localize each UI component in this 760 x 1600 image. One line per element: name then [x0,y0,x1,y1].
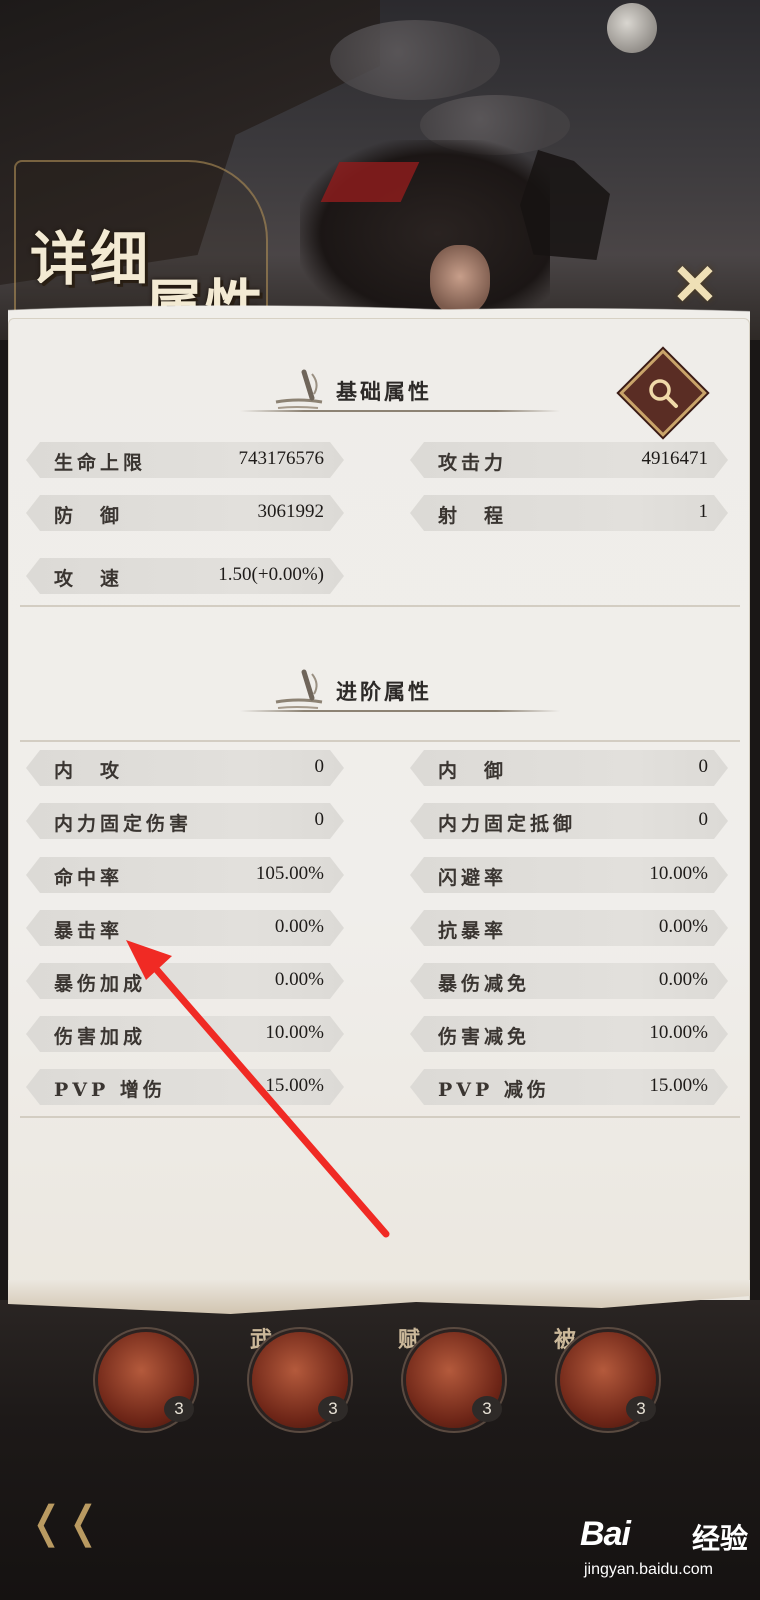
stat-value: 0.00% [274,969,324,990]
stat-label: 内力固定抵御 [438,813,577,835]
stat-label: 伤害减免 [438,1026,531,1048]
watermark-brand-cn: 经验 [692,1523,749,1554]
stat-pvp-damage-reduction: PVP 减伤 15.00% [410,1069,728,1105]
stat-range: 射 程 1 [410,495,728,531]
stat-label: 生命上限 [54,452,147,474]
stat-label: 内力固定伤害 [54,813,193,835]
cloud [330,20,500,100]
stat-label: 攻 速 [54,568,124,590]
stat-label: 命中率 [54,867,124,889]
stat-value: 0 [698,809,708,830]
stat-label: PVP 减伤 [438,1079,550,1101]
stat-label: 暴伤减免 [438,973,531,995]
stat-value: 3061992 [257,501,324,522]
skill-level-badge: 3 [472,1396,502,1422]
stat-attack: 攻击力 4916471 [410,442,728,478]
stat-value: 1.50(+0.00%) [218,564,324,585]
stat-crit-rate: 暴击率 0.00% [26,910,344,946]
basic-section-header: 基础属性 [240,368,560,418]
stat-value: 0.00% [274,916,324,937]
stat-max-hp: 生命上限 743176576 [26,442,344,478]
stat-crit-damage-bonus: 暴伤加成 0.00% [26,963,344,999]
stat-value: 10.00% [649,1022,708,1043]
page-title-line1: 详细 [30,225,151,293]
stat-label: 内 攻 [54,760,124,782]
stat-value: 105.00% [255,863,324,884]
stat-value: 15.00% [265,1075,324,1096]
stat-value: 10.00% [649,863,708,884]
stat-value: 0 [314,756,324,777]
section-underline [240,410,560,412]
stat-label: 射 程 [438,505,508,527]
basic-section-title: 基础属性 [336,379,432,404]
stat-damage-bonus: 伤害加成 10.00% [26,1016,344,1052]
stat-pvp-damage-bonus: PVP 增伤 15.00% [26,1069,344,1105]
stat-value: 0 [314,809,324,830]
skill-level-badge: 3 [626,1396,656,1422]
stat-hit-rate: 命中率 105.00% [26,857,344,893]
watermark-brand: Bai [580,1515,631,1553]
brush-icon [275,369,323,409]
stat-label: 暴击率 [54,920,124,942]
stat-value: 0.00% [658,916,708,937]
section-divider [20,605,740,607]
stat-internal-attack: 内 攻 0 [26,750,344,786]
stat-damage-reduction: 伤害减免 10.00% [410,1016,728,1052]
stat-label: 伤害加成 [54,1026,147,1048]
stat-label: PVP 增伤 [54,1079,166,1101]
stat-value: 0 [698,756,708,777]
stat-dodge-rate: 闪避率 10.00% [410,857,728,893]
skill-level-badge: 3 [164,1396,194,1422]
rider-silhouette [520,150,610,260]
magnifier-icon [649,379,678,408]
stat-label: 闪避率 [438,867,508,889]
back-arrow-icon: ❬❬ [28,1497,102,1548]
stat-label: 内 御 [438,760,508,782]
advanced-section-header: 进阶属性 [240,668,560,718]
brush-icon [275,669,323,709]
stat-value: 15.00% [649,1075,708,1096]
back-button[interactable]: ❬❬ [28,1500,102,1546]
stat-defense: 防 御 3061992 [26,495,344,531]
watermark-url: jingyan.baidu.com [584,1561,713,1578]
moon [607,3,657,53]
stat-value: 1 [698,501,708,522]
stat-internal-defense: 内 御 0 [410,750,728,786]
stat-label: 抗暴率 [438,920,508,942]
stat-internal-fixed-resist: 内力固定抵御 0 [410,803,728,839]
section-divider [20,1116,740,1118]
stat-value: 0.00% [658,969,708,990]
skill-level-badge: 3 [318,1396,348,1422]
section-underline [240,710,560,712]
section-divider [20,740,740,742]
stat-label: 防 御 [54,505,124,527]
stat-attack-speed: 攻 速 1.50(+0.00%) [26,558,344,594]
stat-internal-fixed-damage: 内力固定伤害 0 [26,803,344,839]
stat-label: 暴伤加成 [54,973,147,995]
stat-crit-damage-reduction: 暴伤减免 0.00% [410,963,728,999]
advanced-section-title: 进阶属性 [336,679,432,704]
stat-crit-resist: 抗暴率 0.00% [410,910,728,946]
stat-label: 攻击力 [438,452,508,474]
stat-value: 10.00% [265,1022,324,1043]
baidu-watermark: Bai 经验 jingyan.baidu.com [580,1515,750,1585]
stat-value: 4916471 [641,448,708,469]
stat-value: 743176576 [238,448,324,469]
